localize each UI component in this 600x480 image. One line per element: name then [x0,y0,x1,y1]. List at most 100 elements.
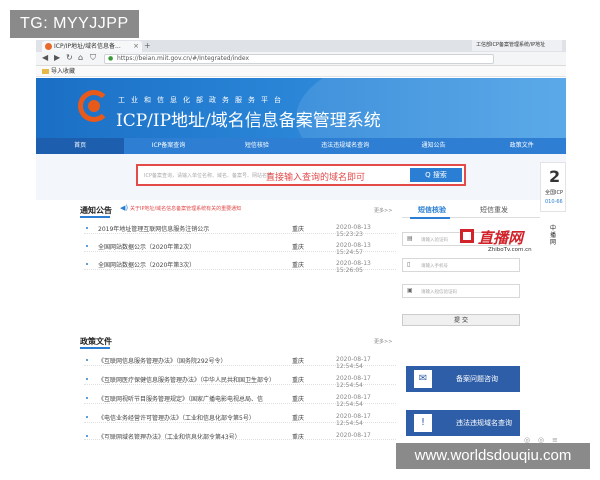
new-tab-icon[interactable]: + [144,41,151,50]
back-icon[interactable]: ◀ [42,53,48,62]
hotline-number: 2 [549,167,561,186]
bullet-icon [86,416,88,418]
tab-sms-resend[interactable]: 短信重发 [480,205,508,215]
address-bar: ◀ ▶ ↻ ⌂ ⛉ ● https://beian.miit.gov.cn/#/… [36,52,566,66]
site-banner: 工业和信息化部政务服务平台 ICP/IP地址/域名信息备案管理系统 [36,78,566,138]
bullet-icon [86,263,88,265]
policy-row[interactable]: 《互联网信息服务管理办法》（国务院292号令） 重庆 2020-08-17 12… [84,354,396,370]
folder-icon [42,69,49,74]
notice-time: 2020-08-13 15:26:05 [336,260,371,274]
policy-more-link[interactable]: 更多>> [374,338,392,345]
notice-dept: 重庆 [292,244,305,251]
hotline-label: 全国ICP [545,190,563,196]
nav-sms-verify[interactable]: 短信核验 [213,138,301,154]
lock-icon: ● [108,55,114,62]
sms-code-field[interactable]: ▣ 请输入短信验证码 [402,284,520,298]
sms-submit-button[interactable]: 提 交 [402,314,520,326]
captcha-placeholder: 请输入验证码 [421,238,448,243]
sms-code-placeholder: 请输入短信验证码 [421,290,457,295]
notice-time: 2020-08-13 15:24:57 [336,242,371,256]
policy-dept: 重庆 [292,358,305,365]
alert-icon: ! [414,414,432,432]
phone-field[interactable]: ▯ 请输入手机号 [402,258,520,272]
refresh-icon[interactable]: ↻ [66,53,73,62]
notice-dept: 重庆 [292,226,305,233]
phone-icon: ▯ [407,261,411,268]
consult-label: 备案问题咨询 [456,375,498,383]
policy-underline [80,347,110,349]
browser-tab[interactable]: ICP/IP地址/域名信息备... × [42,41,142,52]
nav-notices[interactable]: 通知公告 [389,138,477,154]
hotline-card: 2 全国ICP 010-66 [540,162,566,212]
shield-icon: ⛉ [90,53,96,62]
nav-icp-query[interactable]: ICP备案查询 [124,138,212,154]
policy-dept: 重庆 [292,396,305,403]
home-icon[interactable]: ⌂ [78,53,83,62]
policy-time: 2020-08-17 12:54:54 [336,413,371,427]
policy-item-title: 《互联网医疗保健信息服务管理办法》（中华人民共和国卫生部令） [98,377,274,384]
policy-dept: 重庆 [292,434,305,440]
notice-row[interactable]: 全国网站数据公示（2020年第2次） 重庆 2020-08-13 15:24:5… [84,240,396,256]
notices-underline [80,216,110,218]
forward-icon[interactable]: ▶ [54,53,60,62]
main-nav: 首页 ICP备案查询 短信核验 违法违规域名查询 通知公告 政策文件 [36,138,566,154]
url-input[interactable]: ● https://beian.miit.gov.cn/#/Integrated… [104,54,494,64]
policy-time: 2020-08-17 12:54:54 [336,394,371,408]
illegal-domain-button[interactable]: ! 违法违规域名查询 [406,410,520,436]
site-logo-dot [88,100,100,112]
bullet-icon [86,359,88,361]
message-icon: ▣ [407,287,413,294]
policy-dept: 重庆 [292,377,305,384]
notice-row[interactable]: 全国网站数据公示（2020年第3次） 重庆 2020-08-13 15:26:0… [84,258,396,274]
site-subtitle: 工业和信息化部政务服务平台 [118,96,287,104]
bookmark-import[interactable]: 导入收藏 [51,68,75,75]
policy-row[interactable]: 《电信业务经营许可管理办法》（工业和信息化部令第5号） 重庆 2020-08-1… [84,411,396,427]
notice-dept: 重庆 [292,262,305,269]
notices-more-link[interactable]: 更多>> [374,207,392,214]
watermark-text: 直播网 [478,229,524,247]
policy-row[interactable]: 《互联网域名管理办法》（工业和信息化部令第43号） 重庆 2020-08-17 … [84,430,396,440]
browser-tab-right[interactable]: 工信部ICP备案管理系统/IP地址 [472,40,562,51]
policy-row[interactable]: 《互联网医疗保健信息服务管理办法》（中华人民共和国卫生部令） 重庆 2020-0… [84,373,396,389]
notices-title: 通知公告 [80,206,112,215]
policy-item-title: 《互联网域名管理办法》（工业和信息化部令第43号） [98,434,241,440]
notice-title: 全国网站数据公示（2020年第3次） [98,262,196,269]
bookmarks-bar: 导入收藏 [36,66,566,77]
favicon-icon [45,43,52,50]
bullet-icon [86,245,88,247]
bullet-icon [86,227,88,229]
footer-watermark: www.worldsdouqiu.com [396,443,590,469]
policy-time: 2020-08-17 12:54:54 [336,375,371,389]
search-button[interactable]: Q 搜索 [410,168,462,182]
url-text: https://beian.miit.gov.cn/#/Integrated/i… [117,55,249,62]
search-hint: 直接输入查询的域名即可 [266,173,366,183]
notice-row[interactable]: 2019年地址管理互联网信息服务注销公示 重庆 2020-08-13 15:23… [84,222,396,238]
consult-button[interactable]: ✉ 备案问题咨询 [406,366,520,392]
tab-sms-verify[interactable]: 短信核验 [418,205,446,215]
hotline-phone: 010-66 [545,199,563,205]
browser-tab-bar: ICP/IP地址/域名信息备... × + 工信部ICP备案管理系统/IP地址 [36,40,566,52]
nav-illegal-domain[interactable]: 违法违规域名查询 [301,138,389,154]
watermark-logo-icon [460,229,474,243]
bullet-icon [86,435,88,437]
close-icon[interactable]: × [133,41,139,52]
captcha-icon: ▤ [407,235,413,242]
nav-home[interactable]: 首页 [36,138,125,154]
bullet-icon [86,397,88,399]
notice-ticker[interactable]: 关于IP地址/域名信息备案管理系统有关的重要通知 [130,205,241,212]
notice-time: 2020-08-13 15:23:23 [336,224,371,238]
sms-tab-underline [410,217,450,219]
site-title: ICP/IP地址/域名信息备案管理系统 [116,111,381,131]
tab-title: ICP/IP地址/域名信息备... [54,43,121,50]
policy-item-title: 《互联网信息服务管理办法》（国务院292号令） [98,358,227,365]
policy-item-title: 《电信业务经营许可管理办法》（工业和信息化部令第5号） [98,415,255,422]
notice-title: 2019年地址管理互联网信息服务注销公示 [98,226,210,233]
nav-policy[interactable]: 政策文件 [478,138,566,154]
screenshot-frame: TG: MYYJJPP ICP/IP地址/域名信息备... × + 工信部ICP… [0,0,600,480]
policy-row[interactable]: 《互联网视听节目服务管理规定》（国家广播电影电视总局、信 重庆 2020-08-… [84,392,396,408]
speaker-icon: ◀) [120,204,129,212]
illegal-domain-label: 违法违规域名查询 [456,419,512,427]
policy-dept: 重庆 [292,415,305,422]
watermark-url: ZhiboTv.com.cn [488,247,532,253]
search-input[interactable]: ICP备案查询，请输入单位名称、域名、备案号、网站名称 直接输入查询的域名即可 … [136,164,466,186]
